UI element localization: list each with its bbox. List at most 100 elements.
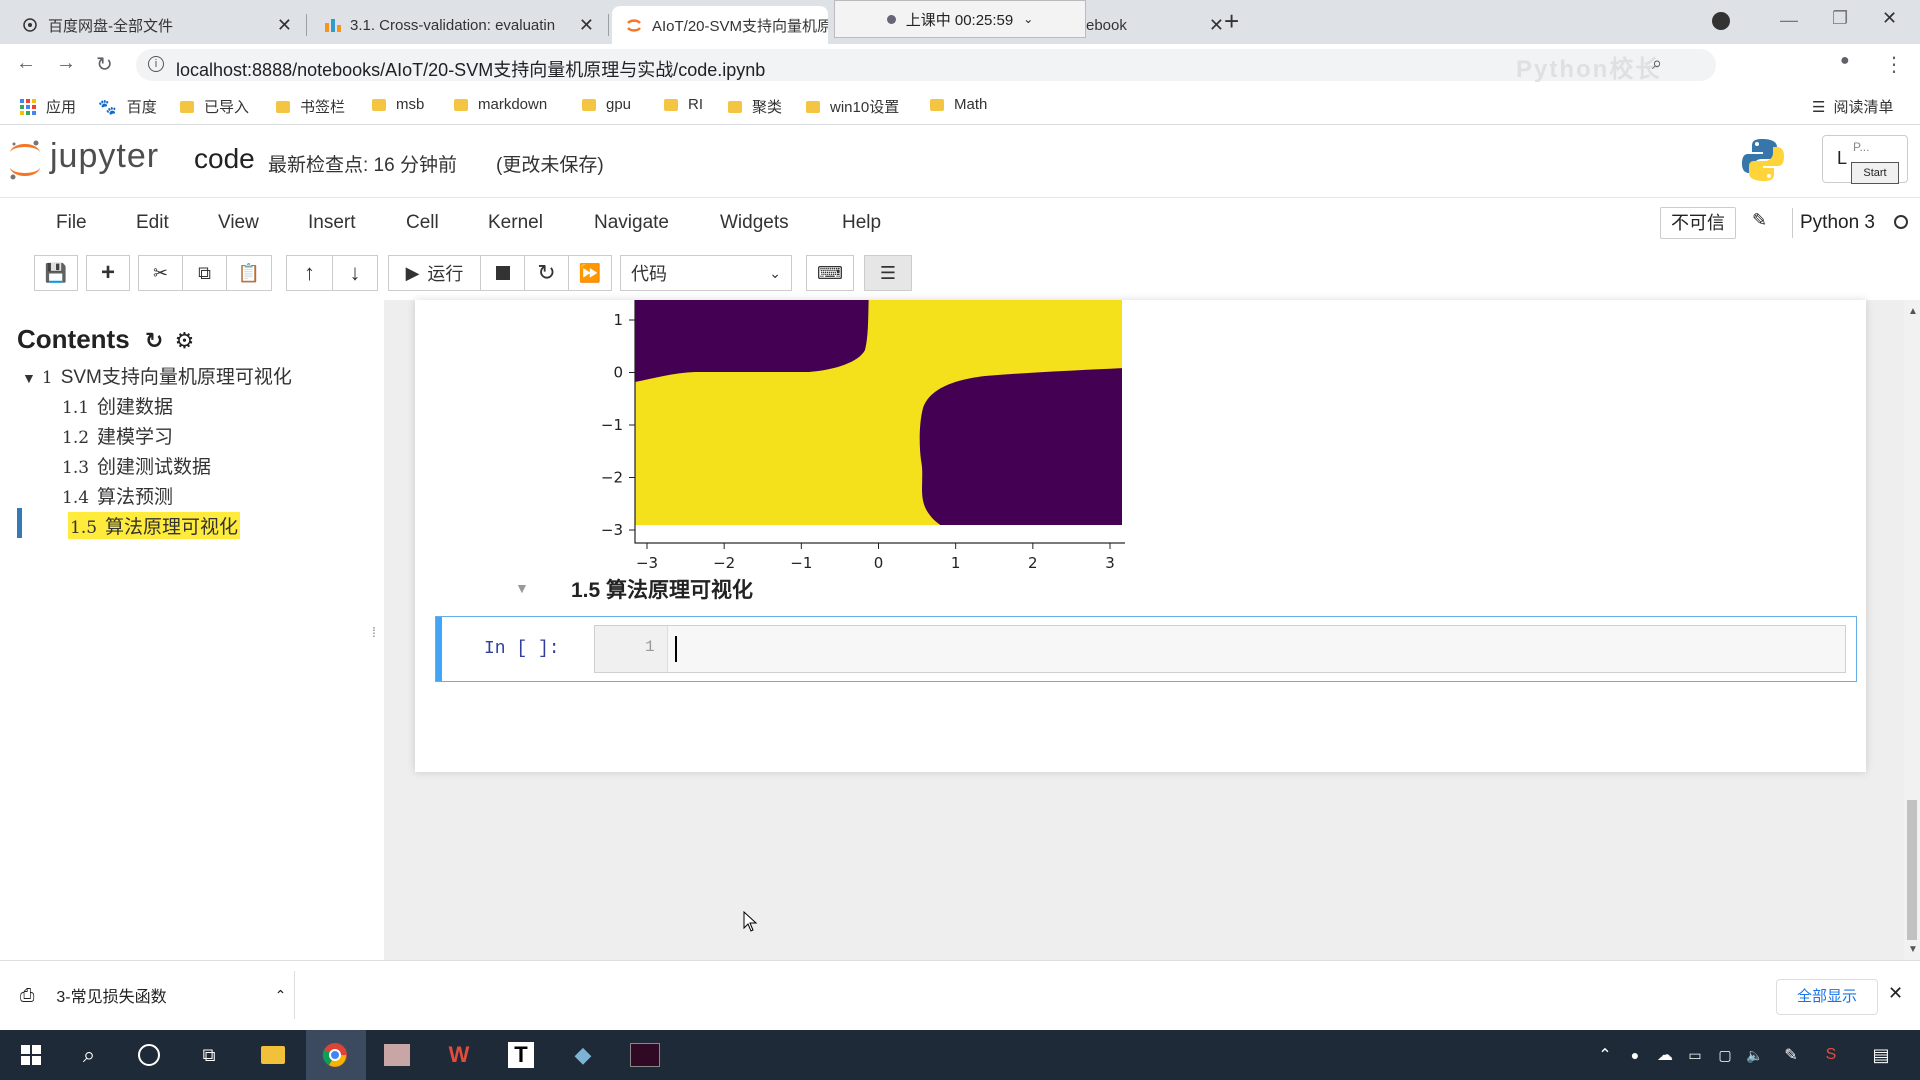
restart-run-all-button[interactable]: ⏩ <box>568 255 612 291</box>
battery-icon[interactable]: ▭ <box>1680 1040 1710 1070</box>
reload-icon[interactable]: ↻ <box>96 52 113 77</box>
bookmark-folder-clustering[interactable]: 聚类 <box>728 96 782 117</box>
volume-icon[interactable]: 🔈 <box>1740 1040 1770 1070</box>
ime-icon[interactable]: S <box>1816 1040 1846 1070</box>
bookmark-folder-bar[interactable]: 书签栏 <box>276 96 345 117</box>
run-button[interactable]: ▶ 运行 <box>388 255 480 291</box>
menu-file[interactable]: File <box>56 212 87 234</box>
profile-icon[interactable]: ● <box>1840 52 1850 70</box>
app-diamond-icon[interactable]: ◆ <box>568 1040 598 1070</box>
page-scrollbar[interactable]: ▲ ▼ <box>1904 300 1920 960</box>
menu-insert[interactable]: Insert <box>308 212 356 234</box>
jupyter-logo-icon[interactable] <box>8 137 42 183</box>
gear-icon[interactable]: ⚙ <box>175 328 195 353</box>
sidebar-resize-handle[interactable]: ⁞ <box>372 624 376 640</box>
windows-start-icon[interactable] <box>16 1040 46 1070</box>
close-window-icon[interactable]: ✕ <box>1882 8 1897 29</box>
close-download-bar-icon[interactable]: ✕ <box>1888 983 1903 1004</box>
search-icon[interactable]: ⌕ <box>74 1040 104 1070</box>
minimize-icon[interactable]: — <box>1780 10 1798 31</box>
network-icon[interactable]: ▢ <box>1710 1040 1740 1070</box>
task-view-icon[interactable]: ⧉ <box>194 1040 224 1070</box>
bookmark-baidu[interactable]: 🐾 百度 <box>98 96 157 117</box>
back-arrow-icon[interactable]: ← <box>16 52 36 75</box>
bookmark-folder-ri[interactable]: RI <box>664 96 703 113</box>
toc-item-1-1[interactable]: 1.1 创建数据 <box>62 392 173 419</box>
cloud-icon[interactable]: ☁ <box>1650 1040 1680 1070</box>
chrome-icon[interactable] <box>320 1040 350 1070</box>
bookmark-folder-msb[interactable]: msb <box>372 96 424 113</box>
tray-chevron-up-icon[interactable]: ⌃ <box>1590 1040 1620 1070</box>
forward-arrow-icon[interactable]: → <box>56 52 76 75</box>
zoom-icon[interactable]: ⌕ <box>1652 53 1662 74</box>
new-tab-button[interactable]: + <box>1224 6 1239 37</box>
move-up-button[interactable]: ↑ <box>286 255 332 291</box>
close-tab-icon[interactable]: ✕ <box>277 15 292 36</box>
scrollbar-thumb[interactable] <box>1907 800 1917 940</box>
toc-toggle-button[interactable]: ☰ <box>864 255 912 291</box>
trusted-indicator[interactable]: 不可信 <box>1660 207 1736 239</box>
bookmark-folder-math[interactable]: Math <box>930 96 987 113</box>
code-editor[interactable]: 1 <box>594 625 1846 673</box>
edit-pencil-icon[interactable]: ✎ <box>1752 210 1767 231</box>
scroll-down-icon[interactable]: ▼ <box>1908 944 1918 955</box>
collapse-heading-icon[interactable]: ▼ <box>515 580 529 596</box>
cut-button[interactable]: ✂ <box>138 255 182 291</box>
move-down-button[interactable]: ↓ <box>332 255 378 291</box>
toc-item-1[interactable]: ▼ 1 SVM支持向量机原理可视化 <box>22 362 292 389</box>
command-palette-button[interactable]: ⌨ <box>806 255 854 291</box>
close-tab-icon[interactable]: ✕ <box>1209 15 1224 36</box>
caret-down-icon[interactable]: ▼ <box>22 370 36 386</box>
copy-button[interactable]: ⧉ <box>182 255 226 291</box>
bookmark-apps[interactable]: 应用 <box>20 96 76 117</box>
toc-item-1-3[interactable]: 1.3 创建测试数据 <box>62 452 211 479</box>
bookmark-folder-markdown[interactable]: markdown <box>454 96 547 113</box>
interrupt-button[interactable] <box>480 255 524 291</box>
image-viewer-icon[interactable] <box>382 1040 412 1070</box>
restore-icon[interactable]: ❐ <box>1832 8 1848 29</box>
login-button[interactable]: L P... Start <box>1822 135 1908 184</box>
typora-icon[interactable]: T <box>506 1040 536 1070</box>
save-button[interactable]: 💾 <box>34 255 78 291</box>
kernel-name[interactable]: Python 3 <box>1800 212 1875 234</box>
tray-app-icon[interactable]: ● <box>1620 1040 1650 1070</box>
recording-indicator[interactable]: 上课中 00:25:59 ⌄ <box>834 0 1086 38</box>
notebook-name[interactable]: code <box>194 143 255 175</box>
chevron-up-icon[interactable]: ⌃ <box>275 987 287 1004</box>
jupyter-wordmark[interactable]: jupyter <box>50 137 159 176</box>
tab-cross-validation[interactable]: 3.1. Cross-validation: evaluatin ✕ <box>310 6 606 44</box>
download-item[interactable]: ⎙ 3-常见损失函数 ⌃ <box>20 983 286 1007</box>
code-cell-selected[interactable]: In [ ]: 1 <box>435 616 1857 682</box>
menu-kernel[interactable]: Kernel <box>488 212 543 234</box>
cortana-icon[interactable] <box>134 1040 164 1070</box>
tab-baidu-pan[interactable]: 百度网盘-全部文件 ✕ <box>8 6 304 44</box>
scroll-up-icon[interactable]: ▲ <box>1908 306 1918 317</box>
tab-search-icon[interactable] <box>1712 12 1730 30</box>
tab-jupyter-notebook[interactable]: AIoT/20-SVM支持向量机原 <box>612 6 828 44</box>
reading-list[interactable]: ☰ 阅读清单 <box>1812 96 1893 117</box>
cell-type-select[interactable]: 代码 ⌄ <box>620 255 792 291</box>
bookmark-folder-win10[interactable]: win10设置 <box>806 96 899 117</box>
more-menu-icon[interactable]: ⋮ <box>1884 52 1904 77</box>
pen-icon[interactable]: ✎ <box>1776 1040 1806 1070</box>
menu-edit[interactable]: Edit <box>136 212 169 234</box>
file-explorer-icon[interactable] <box>258 1040 288 1070</box>
bookmark-folder-gpu[interactable]: gpu <box>582 96 631 113</box>
menu-cell[interactable]: Cell <box>406 212 439 234</box>
terminal-icon[interactable] <box>630 1040 660 1070</box>
bookmark-folder-imported[interactable]: 已导入 <box>180 96 249 117</box>
restart-button[interactable]: ↻ <box>524 255 568 291</box>
notification-icon[interactable]: ▤ <box>1866 1040 1896 1070</box>
refresh-icon[interactable]: ↻ <box>145 328 163 353</box>
toc-item-1-5[interactable]: 1.5 算法原理可视化 <box>68 512 241 539</box>
menu-view[interactable]: View <box>218 212 259 234</box>
wps-icon[interactable]: W <box>444 1040 474 1070</box>
info-icon[interactable]: i <box>148 56 164 72</box>
start-button[interactable]: Start <box>1851 162 1899 184</box>
close-tab-icon[interactable]: ✕ <box>579 15 594 36</box>
menu-widgets[interactable]: Widgets <box>720 212 789 234</box>
menu-help[interactable]: Help <box>842 212 881 234</box>
toc-item-1-2[interactable]: 1.2 建模学习 <box>62 422 173 449</box>
menu-navigate[interactable]: Navigate <box>594 212 669 234</box>
show-all-downloads-button[interactable]: 全部显示 <box>1776 979 1878 1015</box>
